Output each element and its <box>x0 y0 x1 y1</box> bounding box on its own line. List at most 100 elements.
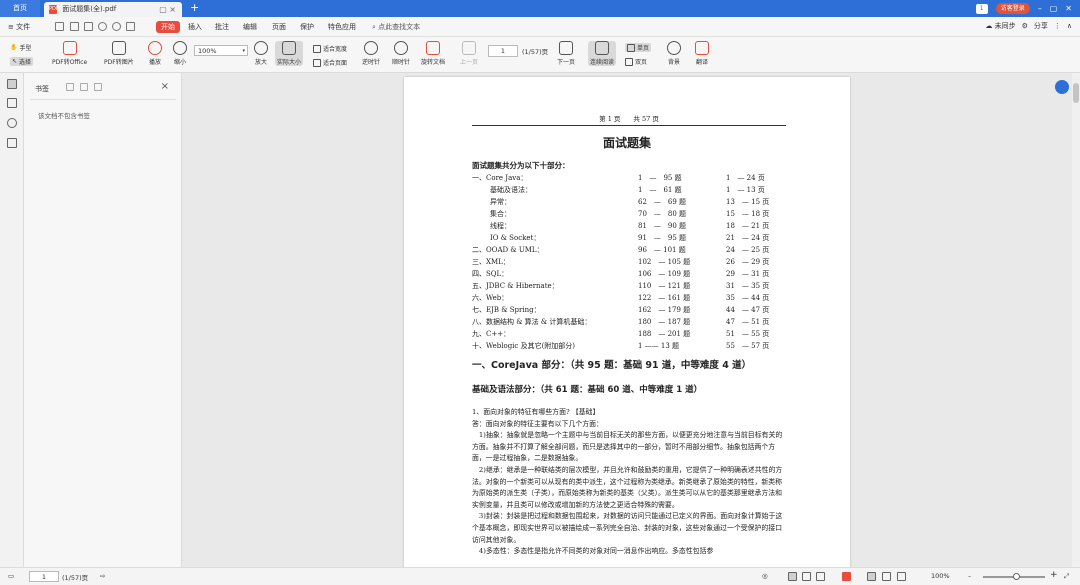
view-continuous-icon[interactable] <box>788 572 797 581</box>
toc-section-name: 集合： <box>490 210 511 218</box>
pdf-to-office-button[interactable]: PDF转Office <box>52 41 87 66</box>
continuous-read-button[interactable]: 连续阅读 <box>588 41 617 66</box>
open-icon[interactable] <box>55 22 64 31</box>
rotate-ccw-button[interactable]: 逆时针 <box>362 41 380 66</box>
page-number-input[interactable]: 1 <box>488 45 518 57</box>
window-controls: 1 访客登录 – ▢ ✕ <box>975 2 1072 15</box>
toc-row: 基础及语法： 1 — 61 题 1 — 13 页 <box>472 184 792 196</box>
search-panel-icon[interactable] <box>7 138 17 148</box>
menu-page[interactable]: 页面 <box>272 21 286 33</box>
fit-icon[interactable] <box>867 572 876 581</box>
page-badge[interactable]: 1 <box>975 3 988 14</box>
view-book-icon[interactable] <box>816 572 825 581</box>
next-page-button[interactable]: 下一页 <box>557 41 575 66</box>
tab-document-label: 面试题集(全).pdf <box>62 5 117 13</box>
fit-width-button[interactable]: 适合宽度 <box>313 44 347 53</box>
thumbnail-icon[interactable] <box>7 98 17 108</box>
play-slideshow-icon[interactable] <box>842 572 851 581</box>
bookmark-collapse-icon[interactable] <box>94 83 102 91</box>
toc-page-range: 1 — 13 页 <box>726 186 765 194</box>
more-icon[interactable]: ⋮ <box>1054 22 1061 30</box>
double-page-button[interactable]: 双页 <box>625 57 647 66</box>
save-icon[interactable] <box>70 22 79 31</box>
print-icon[interactable] <box>84 22 93 31</box>
fit-width-icon <box>313 44 321 53</box>
tab-home[interactable]: 首页 <box>0 0 40 17</box>
menu-insert[interactable]: 插入 <box>188 21 202 33</box>
maximize-button[interactable]: ▢ <box>1050 4 1058 13</box>
tab-controls[interactable]: ▢ × <box>159 2 176 17</box>
rotate-document-button[interactable]: 旋转文档 <box>421 41 445 66</box>
customize-icon[interactable] <box>126 22 135 31</box>
toc-section-name: 三、XML： <box>472 258 510 266</box>
toc-question-range: 70 — 80 题 <box>638 210 687 218</box>
collapse-ribbon-icon[interactable]: ∧ <box>1067 22 1072 30</box>
new-tab-button[interactable]: + <box>190 1 199 14</box>
settings-icon[interactable]: ⚙ <box>1022 22 1028 30</box>
toc-row: 五、JDBC & Hibernate： 110 — 121 题 31 — 35 页 <box>472 280 792 292</box>
zoom-minus-button[interactable]: – <box>968 572 971 580</box>
undo-icon[interactable] <box>98 22 107 31</box>
bookmark-add-icon[interactable] <box>66 83 74 91</box>
select-tool[interactable]: ↖ 选择 <box>10 57 34 66</box>
toc-row: 三、XML： 102 — 105 题 26 — 29 页 <box>472 256 792 268</box>
menu-annotate[interactable]: 批注 <box>215 21 229 33</box>
document-viewer[interactable]: 第 1 页 共 57 页 面试题集 面试题集共分为以下十部分： 一、Core J… <box>182 73 1072 568</box>
bookmark-expand-icon[interactable] <box>80 83 88 91</box>
double-page-label: 双页 <box>635 59 648 66</box>
menu-protect[interactable]: 保护 <box>300 21 314 33</box>
search-box[interactable]: ⌕ 点此查找文本 <box>372 21 420 33</box>
menu-edit[interactable]: 编辑 <box>243 21 257 33</box>
expand-icon[interactable]: ⤢ <box>1064 572 1069 581</box>
tab-document[interactable]: PDF 面试题集(全).pdf ▢ × <box>44 2 182 17</box>
floating-assistant-button[interactable] <box>1055 80 1069 94</box>
toc-question-range: 102 — 105 题 <box>638 258 691 266</box>
hand-tool[interactable]: ✋ 手型 <box>10 43 32 52</box>
menu-file[interactable]: ≡ 文件 <box>8 21 30 33</box>
zoom-in-label: 放大 <box>254 59 267 66</box>
scrollbar-thumb[interactable] <box>1073 83 1079 103</box>
actual-size-button[interactable]: 实际大小 <box>275 41 304 66</box>
close-panel-button[interactable]: × <box>161 81 169 92</box>
menu-start[interactable]: 开始 <box>156 21 180 33</box>
play-button[interactable]: 播放 <box>148 41 162 66</box>
next-page-arrow-icon[interactable]: ⇨ <box>100 572 105 580</box>
divider <box>30 99 176 100</box>
single-page-button[interactable]: 单页 <box>625 43 652 52</box>
fullscreen-icon[interactable] <box>897 572 906 581</box>
translate-button[interactable]: 翻译 <box>695 41 709 66</box>
zoom-plus-button[interactable]: + <box>1050 570 1058 580</box>
minimize-button[interactable]: – <box>1038 4 1042 13</box>
zoom-slider-knob[interactable] <box>1013 573 1020 580</box>
rotate-cw-button[interactable]: 顺时针 <box>392 41 410 66</box>
zoom-select[interactable]: 100% ▾ <box>194 45 248 56</box>
share-button[interactable]: 分享 <box>1034 21 1048 31</box>
view-single-icon[interactable] <box>802 572 811 581</box>
toc-row: 六、Web： 122 — 161 题 35 — 44 页 <box>472 292 792 304</box>
status-zoom-value[interactable]: 100% <box>931 572 950 580</box>
bookmark-panel-icon[interactable] <box>7 79 17 89</box>
fit-page-button[interactable]: 适合页面 <box>313 58 347 67</box>
toc-page-range: 18 — 21 页 <box>726 222 770 230</box>
zoom-slider[interactable] <box>983 573 1045 580</box>
close-window-button[interactable]: ✕ <box>1065 4 1072 13</box>
toc-section-name: 基础及语法： <box>490 186 532 194</box>
zoom-in-button[interactable]: 放大 <box>254 41 268 66</box>
toc-section-name: 七、EJB & Spring： <box>472 306 541 314</box>
vertical-scrollbar[interactable] <box>1072 73 1080 568</box>
visitor-login-button[interactable]: 访客登录 <box>995 3 1030 14</box>
menu-features[interactable]: 特色应用 <box>328 21 356 33</box>
pdf-to-image-button[interactable]: PDF转图片 <box>104 41 134 66</box>
sidebar-toggle-icon[interactable]: ▭ <box>8 572 14 580</box>
background-button[interactable]: 背景 <box>667 41 681 66</box>
sync-status[interactable]: ☁ 未同步 <box>985 21 1015 31</box>
zoom-out-button[interactable]: 缩小 <box>173 41 187 66</box>
prev-page-button[interactable]: 上一页 <box>460 41 478 66</box>
status-page-input[interactable]: 1 <box>29 571 59 582</box>
next-page-label: 下一页 <box>557 59 576 66</box>
fit-width-status-icon[interactable] <box>882 572 891 581</box>
left-icon-strip <box>0 73 24 568</box>
annotation-icon[interactable] <box>7 118 17 128</box>
eye-icon[interactable]: ◎ <box>762 572 768 580</box>
redo-icon[interactable] <box>112 22 121 31</box>
